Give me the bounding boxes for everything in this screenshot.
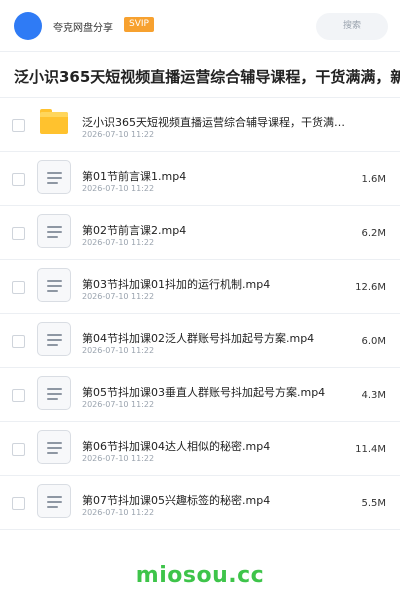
file-name[interactable]: 第03节抖加课01抖加的运行机制.mp4 (82, 276, 352, 292)
file-list: 泛小识365天短视频直播运营综合辅导课程，干货满满，新手必学 2026-07-1… (0, 98, 400, 530)
file-date: 2026-07-10 11:22 (82, 292, 155, 301)
site-watermark: miosou.cc (135, 563, 265, 588)
list-item[interactable]: 泛小识365天短视频直播运营综合辅导课程，干货满满，新手必学 2026-07-1… (0, 98, 400, 152)
select-checkbox[interactable] (12, 281, 25, 294)
select-checkbox[interactable] (12, 119, 25, 132)
file-size: 11.4M (355, 444, 386, 455)
file-date: 2026-07-10 11:22 (82, 130, 155, 139)
list-item[interactable]: 第02节前言课2.mp4 2026-07-10 11:22 6.2M (0, 206, 400, 260)
file-name[interactable]: 第04节抖加课02泛人群账号抖加起号方案.mp4 (82, 330, 352, 346)
file-size: 1.6M (361, 174, 386, 185)
svip-badge: SVIP (124, 17, 154, 32)
video-file-icon (37, 484, 71, 518)
page-title: 泛小识365天短视频直播运营综合辅导课程，干货满满，新 (14, 68, 400, 86)
select-checkbox[interactable] (12, 227, 25, 240)
video-file-icon (37, 322, 71, 356)
file-name[interactable]: 第01节前言课1.mp4 (82, 168, 352, 184)
video-file-icon (37, 376, 71, 410)
file-date: 2026-07-10 11:22 (82, 346, 155, 355)
folder-icon (40, 109, 68, 134)
video-file-icon (37, 430, 71, 464)
search-input[interactable]: 搜索 (316, 13, 388, 40)
select-checkbox[interactable] (12, 443, 25, 456)
file-size: 5.5M (361, 498, 386, 509)
select-checkbox[interactable] (12, 335, 25, 348)
list-item[interactable]: 第03节抖加课01抖加的运行机制.mp4 2026-07-10 11:22 12… (0, 260, 400, 314)
list-item[interactable]: 第06节抖加课04达人相似的秘密.mp4 2026-07-10 11:22 11… (0, 422, 400, 476)
video-file-icon (37, 268, 71, 302)
select-checkbox[interactable] (12, 173, 25, 186)
share-header: 夸克网盘分享 SVIP 搜索 (0, 0, 400, 52)
file-size: 6.0M (361, 336, 386, 347)
video-file-icon (37, 160, 71, 194)
share-owner-name: 夸克网盘分享 (53, 23, 113, 34)
file-size: 4.3M (361, 390, 386, 401)
select-checkbox[interactable] (12, 497, 25, 510)
file-size: 6.2M (361, 228, 386, 239)
list-item[interactable]: 第04节抖加课02泛人群账号抖加起号方案.mp4 2026-07-10 11:2… (0, 314, 400, 368)
avatar[interactable] (14, 12, 42, 40)
select-checkbox[interactable] (12, 389, 25, 402)
file-name[interactable]: 泛小识365天短视频直播运营综合辅导课程，干货满满，新手必学 (82, 114, 352, 130)
file-date: 2026-07-10 11:22 (82, 238, 155, 247)
list-item[interactable]: 第07节抖加课05兴趣标签的秘密.mp4 2026-07-10 11:22 5.… (0, 476, 400, 530)
video-file-icon (37, 214, 71, 248)
list-item[interactable]: 第05节抖加课03垂直人群账号抖加起号方案.mp4 2026-07-10 11:… (0, 368, 400, 422)
file-name[interactable]: 第06节抖加课04达人相似的秘密.mp4 (82, 438, 352, 454)
file-date: 2026-07-10 11:22 (82, 400, 155, 409)
title-bar: 泛小识365天短视频直播运营综合辅导课程，干货满满，新 (0, 52, 400, 98)
file-name[interactable]: 第07节抖加课05兴趣标签的秘密.mp4 (82, 492, 352, 508)
file-date: 2026-07-10 11:22 (82, 184, 155, 193)
file-date: 2026-07-10 11:22 (82, 508, 155, 517)
file-name[interactable]: 第02节前言课2.mp4 (82, 222, 352, 238)
file-name[interactable]: 第05节抖加课03垂直人群账号抖加起号方案.mp4 (82, 384, 352, 400)
file-date: 2026-07-10 11:22 (82, 454, 155, 463)
list-item[interactable]: 第01节前言课1.mp4 2026-07-10 11:22 1.6M (0, 152, 400, 206)
file-size: 12.6M (355, 282, 386, 293)
